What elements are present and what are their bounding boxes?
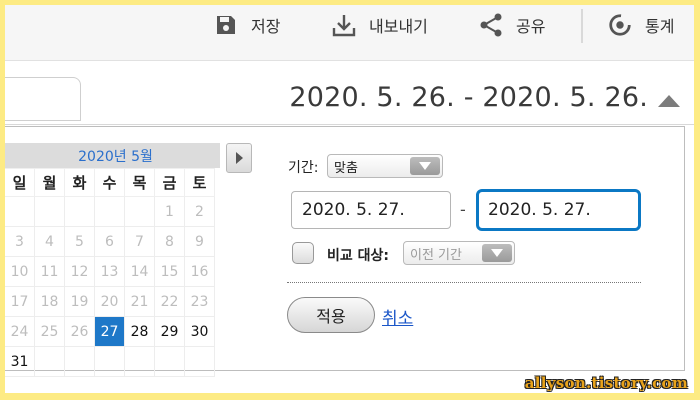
calendar-day (94, 346, 125, 377)
end-date-input[interactable]: 2020. 5. 27. (476, 189, 641, 231)
save-button[interactable]: 저장 (213, 5, 280, 45)
calendar-week-row: 24 25 26 27 28 29 30 (5, 316, 215, 347)
apply-button[interactable]: 적용 (287, 297, 375, 333)
share-button[interactable]: 공유 (478, 5, 545, 45)
calendar-day[interactable]: 13 (94, 256, 125, 287)
calendar-day (64, 196, 95, 227)
calendar-day[interactable]: 22 (154, 286, 185, 317)
calendar-day[interactable]: 17 (5, 286, 35, 317)
calendar-day[interactable]: 24 (5, 316, 35, 347)
toolbar-divider (581, 9, 583, 43)
calendar-day[interactable]: 18 (34, 286, 65, 317)
cancel-link[interactable]: 취소 (382, 304, 413, 329)
chevron-down-icon (482, 244, 512, 262)
calendar-day[interactable]: 30 (184, 316, 215, 347)
segment-tab[interactable] (5, 77, 81, 121)
calendar-day (5, 196, 35, 227)
watermark: allyson.tistory.com (524, 374, 688, 392)
calendar-day (94, 196, 125, 227)
calendar-day (34, 196, 65, 227)
calendar-day (124, 346, 155, 377)
download-icon (331, 12, 357, 38)
share-icon (478, 12, 504, 38)
chevron-down-icon (410, 157, 440, 175)
calendar-day[interactable]: 12 (64, 256, 95, 287)
divider (5, 124, 694, 125)
calendar-day[interactable]: 29 (154, 316, 185, 347)
calendar-day[interactable]: 11 (34, 256, 65, 287)
calendar-day[interactable]: 19 (64, 286, 95, 317)
calendar-day[interactable]: 6 (94, 226, 125, 257)
download-label: 내보내기 (369, 17, 428, 36)
next-month-button[interactable] (226, 143, 252, 173)
weekday-label: 목 (124, 168, 155, 197)
start-date-input[interactable]: 2020. 5. 27. (291, 191, 451, 229)
save-label: 저장 (251, 17, 281, 36)
stats-button[interactable]: 통계 (607, 5, 674, 45)
calendar-day[interactable]: 21 (124, 286, 155, 317)
calendar-day[interactable]: 28 (124, 316, 155, 347)
calendar-week-row: 10 11 12 13 14 15 16 (5, 256, 215, 287)
calendar-day (64, 346, 95, 377)
compare-select-value: 이전 기간 (410, 247, 462, 263)
weekday-label: 금 (154, 168, 185, 197)
calendar-day[interactable]: 2 (184, 196, 215, 227)
weekday-label: 수 (94, 168, 125, 197)
toolbar: 저장 내보내기 공유 통계 (5, 5, 694, 61)
calendar-day[interactable]: 20 (94, 286, 125, 317)
calendar-day[interactable]: 10 (5, 256, 35, 287)
calendar-day[interactable]: 27 (94, 316, 125, 347)
weekday-label: 토 (184, 168, 215, 197)
calendar-day[interactable]: 25 (34, 316, 65, 347)
download-button[interactable]: 내보내기 (331, 5, 428, 45)
calendar-day[interactable]: 5 (64, 226, 95, 257)
calendar-day (184, 346, 215, 377)
calendar-day[interactable]: 16 (184, 256, 215, 287)
stats-label: 통계 (645, 17, 675, 36)
calendar-grid: 일 월 화 수 목 금 토 1 2 3 4 5 6 7 8 9 10 11 12 13 14 15 16 17 1… (5, 168, 215, 377)
date-range-display[interactable]: 2020. 5. 26. - 2020. 5. 26. (289, 82, 648, 113)
stats-icon (607, 12, 633, 38)
weekday-label: 월 (34, 168, 65, 197)
compare-label: 비교 대상: (327, 248, 389, 264)
calendar-day[interactable]: 3 (5, 226, 35, 257)
period-label: 기간: (288, 160, 319, 176)
weekday-label: 화 (64, 168, 95, 197)
main-panel: 저장 내보내기 공유 통계 2020. 5. 26. - 2020. 5. 26… (5, 5, 694, 393)
date-picker-popup: 2020년 5월 일 월 화 수 목 금 토 1 2 3 4 5 6 7 8 9 10 11 12 13… (5, 126, 685, 377)
calendar-day[interactable]: 15 (154, 256, 185, 287)
period-select[interactable]: 맞춤 (327, 154, 443, 178)
weekday-label: 일 (5, 168, 35, 197)
calendar-day[interactable]: 23 (184, 286, 215, 317)
share-label: 공유 (516, 17, 546, 36)
chevron-right-icon (235, 152, 243, 164)
compare-select[interactable]: 이전 기간 (403, 241, 515, 265)
calendar-week-row: 12 (5, 196, 215, 227)
compare-checkbox[interactable] (292, 242, 314, 264)
collapse-arrow-icon[interactable] (658, 95, 680, 107)
period-select-value: 맞춤 (334, 160, 358, 176)
calendar-day[interactable]: 4 (34, 226, 65, 257)
month-header: 2020년 5월 (5, 143, 220, 168)
dotted-divider (287, 282, 641, 283)
calendar-day[interactable]: 26 (64, 316, 95, 347)
calendar-day (154, 346, 185, 377)
calendar-week-row: 31 (5, 346, 215, 377)
calendar-day[interactable]: 7 (124, 226, 155, 257)
calendar-day[interactable]: 8 (154, 226, 185, 257)
save-icon (213, 12, 239, 38)
calendar-day[interactable]: 31 (5, 346, 35, 377)
calendar-day (34, 346, 65, 377)
calendar-day (124, 196, 155, 227)
calendar-week-row: 3456789 (5, 226, 215, 257)
calendar-day[interactable]: 1 (154, 196, 185, 227)
calendar-day[interactable]: 9 (184, 226, 215, 257)
calendar-day[interactable]: 14 (124, 256, 155, 287)
calendar-week-row: 17 18 19 20 21 22 23 (5, 286, 215, 317)
range-dash: - (460, 200, 466, 219)
